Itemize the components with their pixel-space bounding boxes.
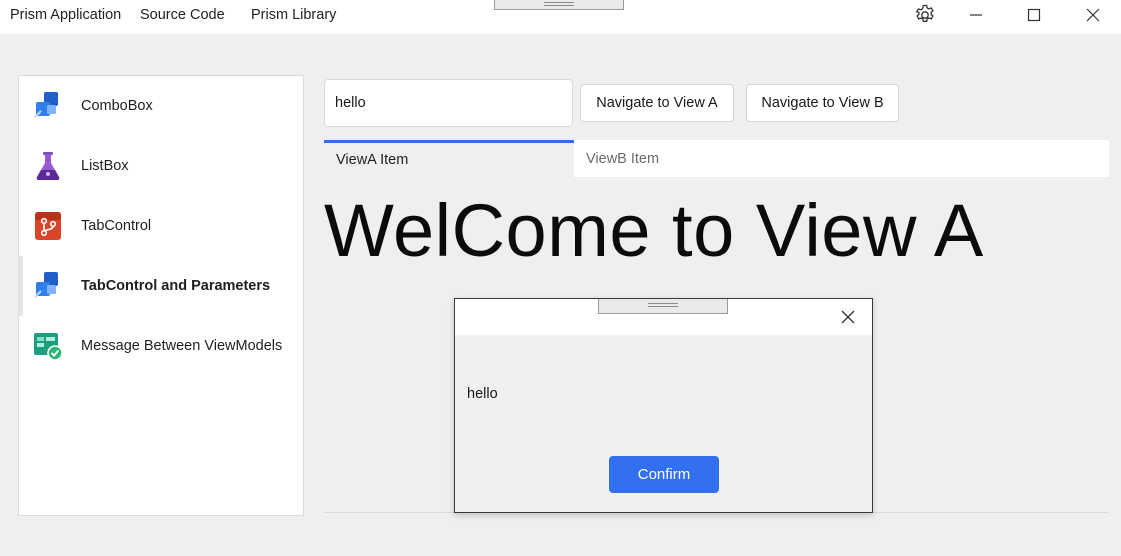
sidebar-item-label: TabControl and Parameters	[81, 278, 271, 294]
sidebar-item-label: ComboBox	[81, 98, 153, 114]
close-icon	[1086, 8, 1100, 22]
gear-icon	[915, 4, 934, 22]
sidebar-item-label: Message Between ViewModels	[81, 338, 283, 354]
text-input[interactable]	[324, 79, 573, 127]
page-title: WelCome to View A	[324, 189, 984, 272]
confirm-button[interactable]: Confirm	[609, 456, 719, 493]
sidebar-item-listbox[interactable]: ListBox	[19, 136, 303, 196]
navigate-view-a-button[interactable]: Navigate to View A	[580, 84, 734, 122]
menu-source-code[interactable]: Source Code	[140, 7, 225, 23]
menu-prism-library[interactable]: Prism Library	[251, 7, 336, 23]
maximize-icon	[1027, 8, 1041, 22]
settings-button[interactable]	[903, 0, 947, 30]
sidebar-item-label: TabControl	[81, 218, 152, 234]
sidebar-item-message-between-viewmodels[interactable]: Message Between ViewModels	[19, 316, 303, 376]
dialog-drag-handle[interactable]	[598, 299, 728, 314]
selected-indicator	[19, 256, 23, 316]
window-drag-handle[interactable]	[494, 0, 624, 10]
sidebar-item-label: ListBox	[81, 158, 129, 174]
app-title: Prism Application	[10, 7, 122, 23]
dialog-header	[455, 299, 872, 335]
sidebar: ComboBox ListBox TabControl TabControl a…	[18, 75, 304, 516]
sidebar-item-tabcontrol-and-parameters[interactable]: TabControl and Parameters	[19, 256, 303, 316]
green-board-check-icon	[34, 333, 63, 361]
minimize-button[interactable]	[954, 0, 998, 30]
message-dialog: hello Confirm	[454, 298, 873, 513]
dialog-message: hello	[467, 386, 498, 402]
close-window-button[interactable]	[1071, 0, 1115, 30]
dialog-close-button[interactable]	[838, 307, 858, 327]
tab-label: ViewB Item	[586, 150, 660, 167]
navigate-view-b-button[interactable]: Navigate to View B	[746, 84, 899, 122]
minimize-icon	[970, 14, 982, 16]
orange-git-icon	[35, 212, 61, 240]
sidebar-item-combobox[interactable]: ComboBox	[19, 76, 303, 136]
maximize-button[interactable]	[1012, 0, 1056, 30]
tab-viewb[interactable]: ViewB Item	[574, 140, 1109, 177]
blue-puzzle-icon	[34, 272, 58, 298]
tab-viewa[interactable]: ViewA Item	[324, 140, 574, 177]
close-icon	[841, 310, 855, 324]
blue-puzzle-icon	[34, 92, 58, 118]
sidebar-item-tabcontrol[interactable]: TabControl	[19, 196, 303, 256]
tab-label: ViewA Item	[336, 152, 409, 168]
purple-flask-icon	[36, 152, 60, 181]
title-bar: Prism Application Source Code Prism Libr…	[0, 0, 1121, 34]
